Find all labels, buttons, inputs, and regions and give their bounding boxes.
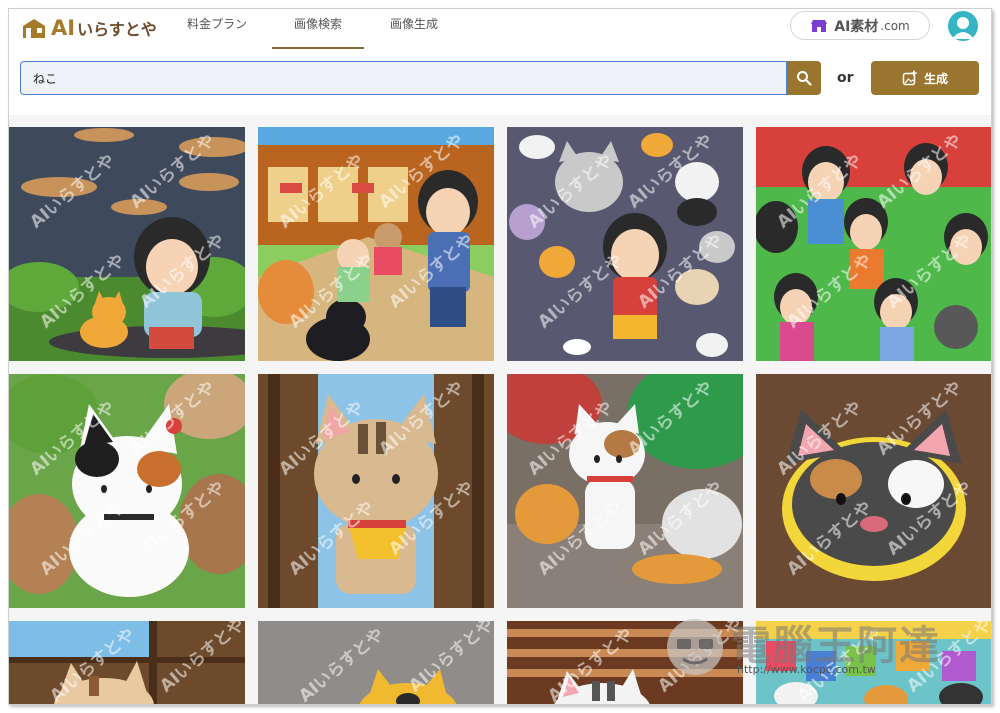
house-logo-icon — [23, 19, 45, 38]
ai-irasutoya-logo[interactable]: AI いらすとや — [21, 16, 157, 40]
or-label: or — [837, 70, 854, 86]
result-image[interactable]: AIいらすとや AIいらすとや AIいらすとや AIいらすとや — [507, 127, 743, 361]
result-image[interactable]: AIいらすとやAIいらすとや — [9, 621, 245, 704]
sozai-suffix: .com — [880, 18, 910, 33]
nav-pricing[interactable]: 料金プラン — [177, 9, 257, 55]
main-nav: 料金プラン 画像検索 画像生成 — [177, 9, 460, 55]
store-icon — [811, 19, 828, 32]
search-input[interactable] — [20, 61, 787, 95]
search-button[interactable] — [787, 61, 821, 95]
top-header: AI いらすとや 料金プラン 画像検索 画像生成 AI素材 .com — [9, 9, 991, 55]
generate-button[interactable]: 生成 — [871, 61, 979, 95]
search-bar-row: or 生成 — [9, 55, 991, 115]
ai-sozai-link-button[interactable]: AI素材 .com — [790, 11, 930, 40]
logo-jp-text: いらすとや — [77, 20, 157, 39]
result-image[interactable]: AIいらすとや AIいらすとや AIいらすとや AIいらすとや — [9, 127, 245, 361]
result-image[interactable]: AIいらすとや AIいらすとや AIいらすとや AIいらすとや — [756, 127, 991, 361]
nav-image-search[interactable]: 画像検索 — [272, 9, 364, 49]
mascot-icon — [667, 619, 723, 675]
result-image[interactable]: AIいらすとや AIいらすとや AIいらすとや AIいらすとや — [756, 374, 991, 608]
generate-label: 生成 — [923, 71, 948, 86]
site-watermark: 電腦王阿達 http://www.kocpc.com.tw — [663, 611, 991, 683]
result-image[interactable]: AIいらすとや AIいらすとや AIいらすとや AIいらすとや — [258, 374, 494, 608]
result-image[interactable]: AIいらすとや AIいらすとや AIいらすとや AIいらすとや — [507, 374, 743, 608]
result-image[interactable]: AIいらすとやAIいらすとや — [258, 621, 494, 704]
result-image[interactable]: AIいらすとや AIいらすとや AIいらすとや AIいらすとや — [258, 127, 494, 361]
user-avatar[interactable] — [948, 11, 978, 41]
user-icon — [952, 17, 974, 39]
image-results-grid: AIいらすとや AIいらすとや AIいらすとや AIいらすとや AIいらすとや … — [9, 115, 991, 704]
app-window: AI いらすとや 料金プラン 画像検索 画像生成 AI素材 .com ねこ or… — [8, 8, 992, 705]
result-image[interactable]: AIいらすとや AIいらすとや AIいらすとや AIいらすとや — [9, 374, 245, 608]
nav-image-generate[interactable]: 画像生成 — [368, 9, 460, 55]
watermark-url: http://www.kocpc.com.tw — [737, 663, 876, 676]
search-icon — [797, 71, 812, 86]
image-plus-icon — [902, 70, 917, 86]
logo-ai-text: AI — [51, 16, 76, 40]
sozai-label: AI素材 — [834, 18, 879, 35]
